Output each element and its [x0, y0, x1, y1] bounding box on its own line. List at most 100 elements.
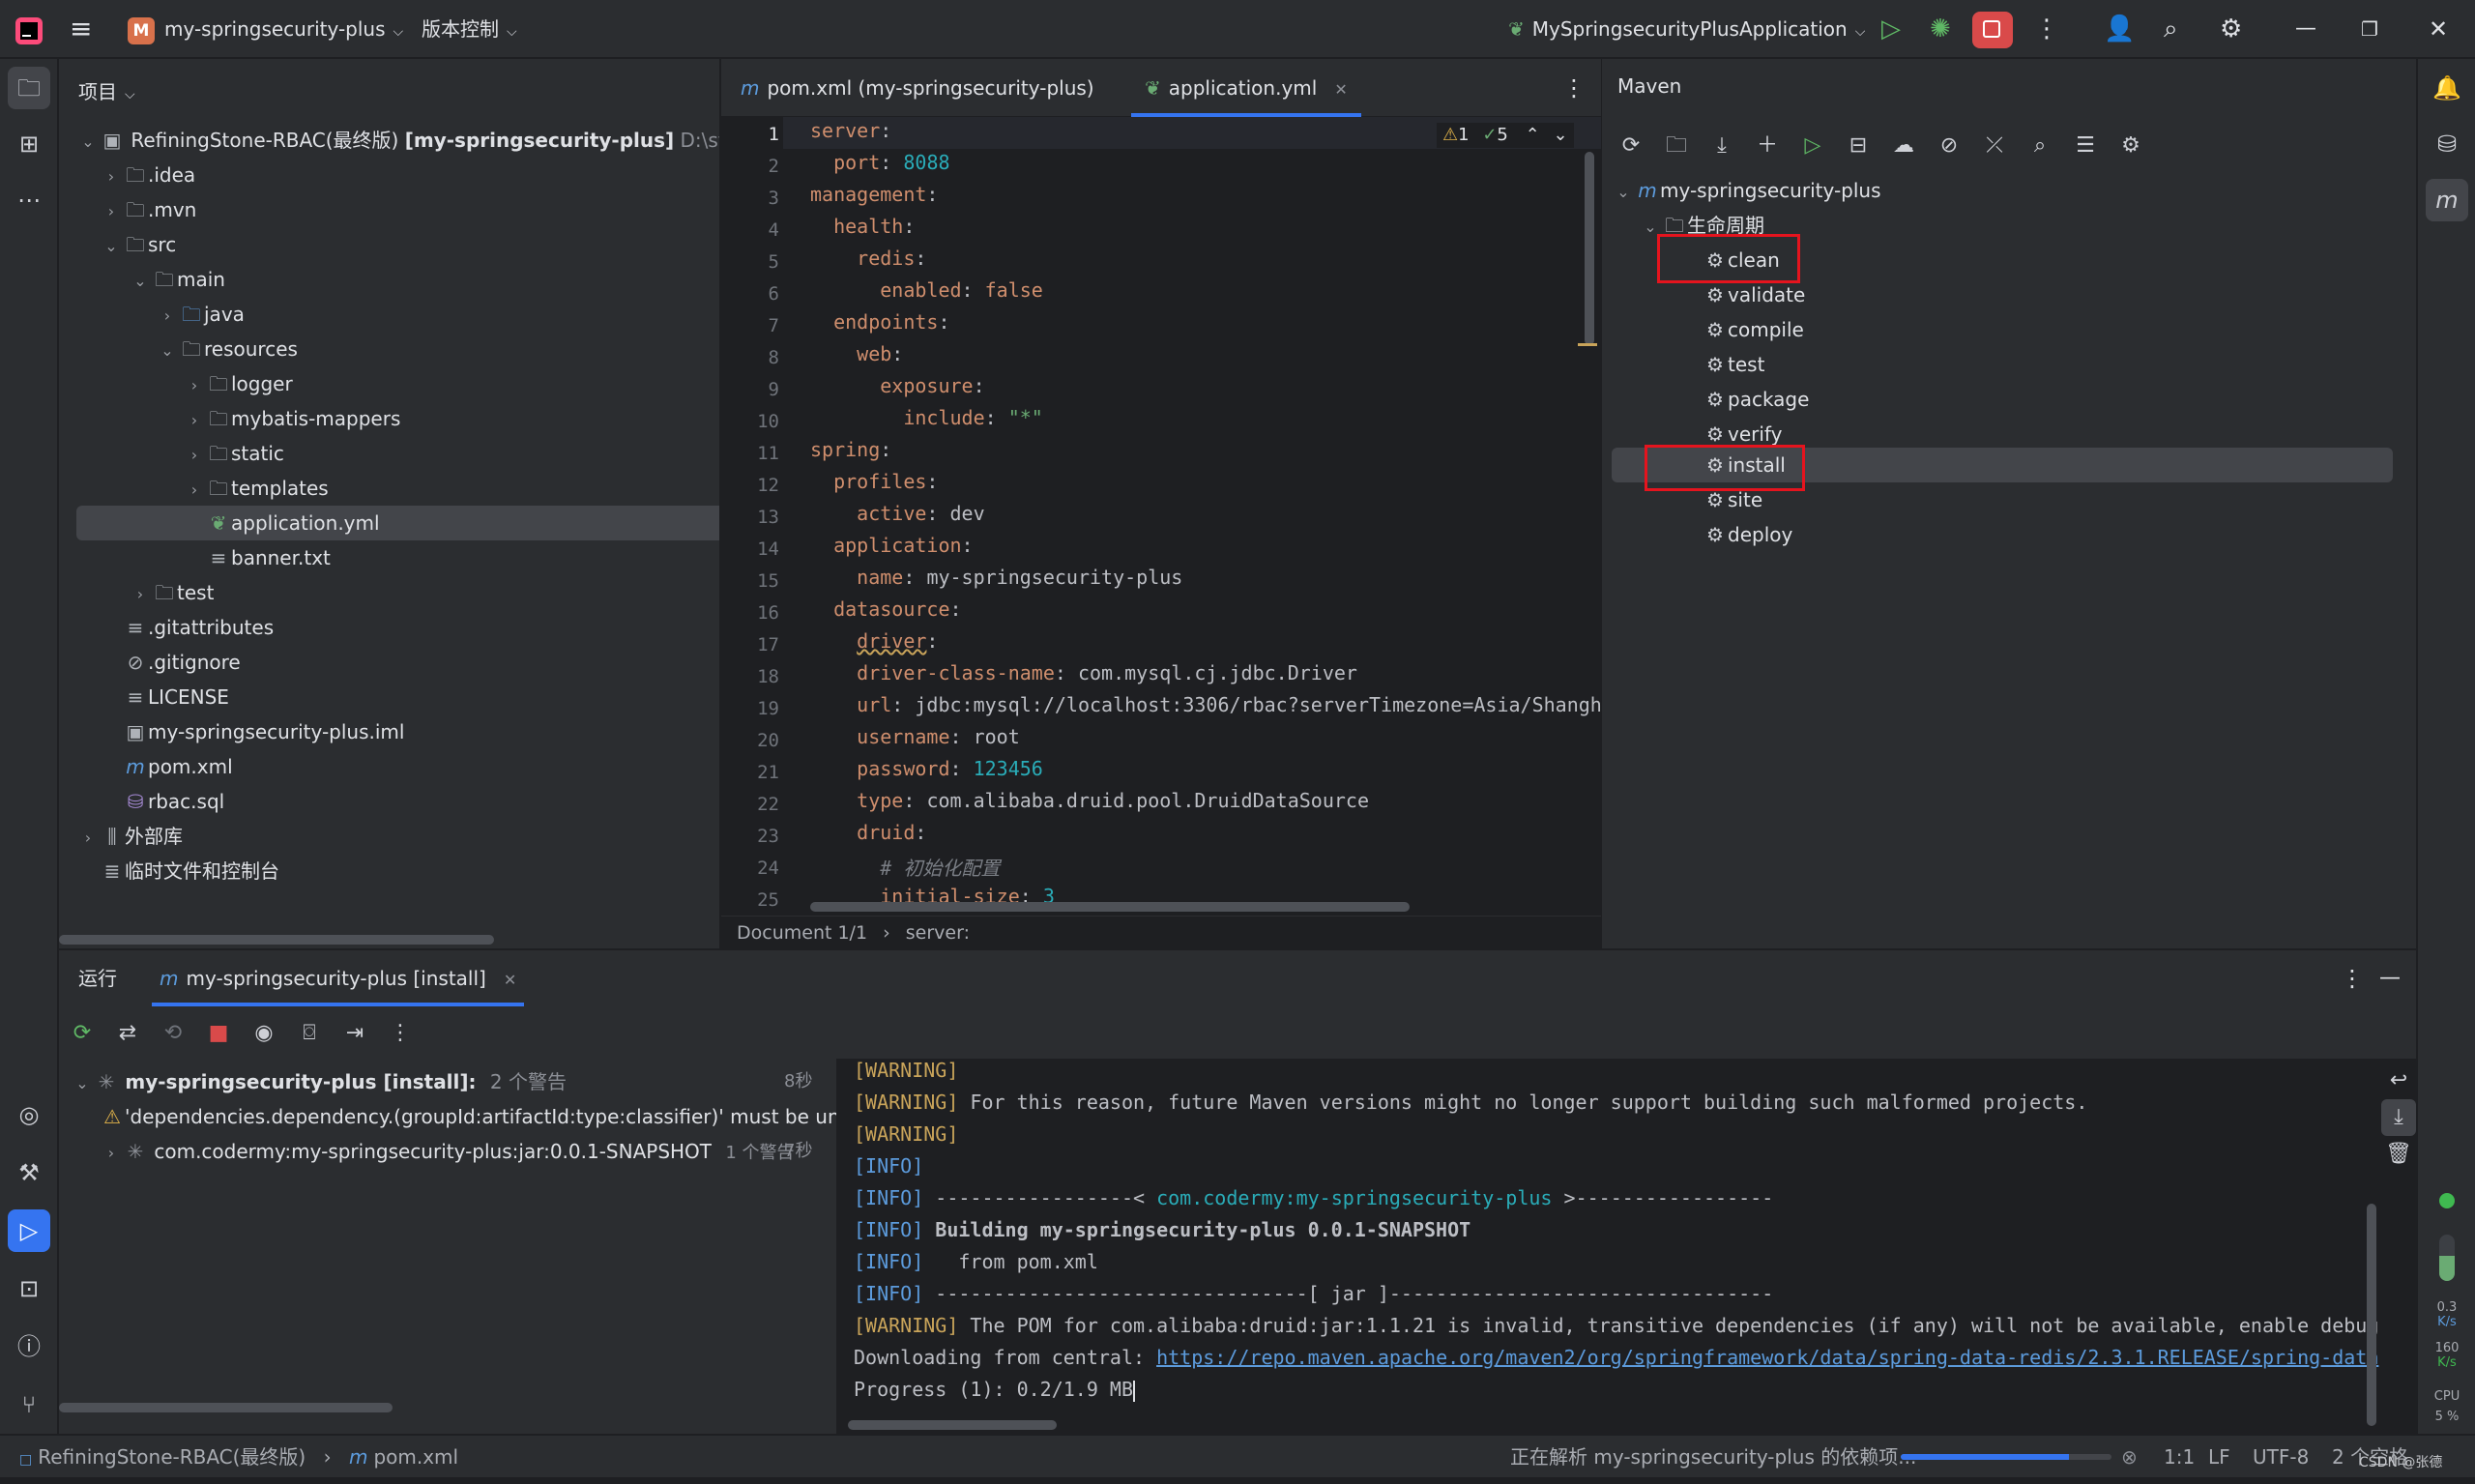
settings-icon[interactable]: ⚙ [2111, 127, 2150, 165]
terminal-tool-icon[interactable]: ⊡ [8, 1267, 50, 1310]
tree-item-license[interactable]: ≡ LICENSE [76, 680, 719, 714]
tree-item-src[interactable]: ⌄ 🗀 src [76, 227, 719, 262]
tree-item-mybatis-mappers[interactable]: › 🗀 mybatis-mappers [76, 401, 719, 436]
scroll-to-end-icon[interactable]: ⤓ [2381, 1099, 2416, 1136]
tab-pom-xml[interactable]: m pom.xml (my-springsecurity-plus) [741, 59, 1094, 117]
stop-button[interactable] [1972, 12, 2013, 48]
problems-tool-icon[interactable]: ⓘ [8, 1325, 50, 1368]
build-child-row[interactable]: › ✳ com.codermy:my-springsecurity-plus:ja… [71, 1134, 854, 1169]
background-task-label[interactable]: 正在解析 my-springsecurity-plus 的依赖项... [1510, 1436, 1916, 1478]
tree-item-application-yml[interactable]: ❦ application.yml [76, 506, 719, 540]
services-tool-icon[interactable]: ◎ [8, 1093, 50, 1136]
tree-item-scratches[interactable]: ≣ 临时文件和控制台 [76, 854, 719, 888]
debug-icon[interactable]: ✺ [1930, 0, 1951, 58]
horizontal-scrollbar[interactable] [59, 935, 494, 945]
search-icon[interactable]: ⌕ [2164, 0, 2178, 58]
more-icon[interactable]: ⋮ [381, 1014, 420, 1053]
reload-folder-icon[interactable]: 🗀 [1657, 127, 1696, 165]
close-window-icon[interactable]: ✕ [2429, 0, 2448, 58]
app-logo-icon[interactable] [14, 0, 44, 58]
vertical-scrollbar[interactable] [2367, 1204, 2376, 1426]
project-tool-icon[interactable]: 🗀 [8, 67, 50, 109]
horizontal-scrollbar[interactable] [810, 902, 1410, 912]
tree-item-resources[interactable]: ⌄ 🗀 resources [76, 332, 719, 366]
project-switcher[interactable]: Mmy-springsecurity-plus ⌵ [128, 0, 403, 58]
structure-tool-icon[interactable]: ⊞ [8, 123, 50, 165]
tree-item-templates[interactable]: › 🗀 templates [76, 471, 719, 506]
add-user-icon[interactable]: 👤 [2104, 0, 2135, 58]
caret-position[interactable]: 1:1 [2164, 1436, 2195, 1478]
clear-console-icon[interactable]: 🗑 [2381, 1136, 2416, 1173]
analyze-icon[interactable]: ⌕ [2021, 127, 2059, 165]
document-indicator[interactable]: Document 1/1 [737, 922, 867, 944]
more-actions-icon[interactable]: ⋮ [2034, 0, 2059, 58]
tree-item-main[interactable]: ⌄ 🗀 main [76, 262, 719, 297]
maven-project-node[interactable]: ⌄ m my-springsecurity-plus [1612, 173, 1880, 208]
collapse-icon[interactable]: ⤫ [1975, 127, 2014, 165]
settings-icon[interactable]: ⚙ [2220, 0, 2242, 58]
run-more-icon[interactable]: ⋮ [2341, 950, 2364, 1006]
tree-item-logger[interactable]: › 🗀 logger [76, 366, 719, 401]
minimize-icon[interactable]: — [2295, 0, 2316, 58]
tree-item-external-libraries[interactable]: › ⫼ 外部库 [76, 819, 703, 854]
run-icon[interactable]: ▷ [1793, 127, 1832, 165]
tree-item-static[interactable]: › 🗀 static [76, 436, 719, 471]
goal-package[interactable]: ⚙ package [1703, 382, 1809, 417]
horizontal-scrollbar[interactable] [848, 1420, 1057, 1430]
main-menu-icon[interactable]: ≡ [70, 0, 92, 58]
reload-icon[interactable]: ⟳ [1612, 127, 1650, 165]
exit-icon[interactable]: ⇥ [335, 1014, 374, 1053]
skip-tests-icon[interactable]: ⊘ [1930, 127, 1968, 165]
tree-item-java[interactable]: › 🗀 java [76, 297, 719, 332]
tree-item-idea[interactable]: › 🗀 .idea [76, 158, 719, 192]
soft-wrap-icon[interactable]: ↩ [2381, 1062, 2416, 1099]
goal-deploy[interactable]: ⚙ deploy [1703, 517, 1792, 552]
tree-item-banner-txt[interactable]: ≡ banner.txt [76, 540, 719, 575]
offline-icon[interactable]: ☁ [1884, 127, 1923, 165]
console-output[interactable]: [WARNING] [WARNING] For this reason, fut… [836, 1059, 2416, 1435]
line-separator[interactable]: LF [2208, 1436, 2230, 1478]
execute-goal-icon[interactable]: ⊟ [1839, 127, 1878, 165]
close-tab-icon[interactable]: ✕ [1334, 61, 1347, 119]
build-root-row[interactable]: ⌄ ✳ my-springsecurity-plus [install]: 2 个… [71, 1064, 825, 1099]
horizontal-scrollbar[interactable] [59, 1403, 393, 1412]
rerun-icon[interactable]: ⟳ [63, 1014, 102, 1053]
download-link[interactable]: https://repo.maven.apache.org/maven2/org… [1156, 1346, 2378, 1369]
project-panel-header[interactable]: 项目 ⌵ [78, 76, 135, 104]
tree-item-test[interactable]: › 🗀 test [76, 575, 719, 610]
breadcrumb-file[interactable]: pom.xml [373, 1445, 458, 1469]
build-tool-icon[interactable]: ⚒ [8, 1151, 50, 1194]
expand-all-icon[interactable]: ☰ [2066, 127, 2105, 165]
run-icon[interactable]: ▷ [1881, 0, 1901, 58]
chevron-down-icon[interactable]: ⌄ [1553, 125, 1567, 145]
screenshot-icon[interactable]: ⌼ [290, 1014, 329, 1053]
code-area[interactable]: 1 2 3 4 5 6 7 8 9 10 11 12 13 14 15 16 17 18 19 20 21 22 23 24 2… [721, 117, 1601, 916]
rerun-failed-icon[interactable]: ⇄ [108, 1014, 147, 1053]
chevron-up-icon[interactable]: ⌃ [1526, 125, 1540, 145]
file-encoding[interactable]: UTF-8 [2253, 1436, 2309, 1478]
tree-item-mvn[interactable]: › 🗀 .mvn [76, 192, 719, 227]
goal-compile[interactable]: ⚙ compile [1703, 312, 1804, 347]
cancel-task-icon[interactable]: ⊗ [2121, 1436, 2138, 1478]
stop-icon[interactable]: ■ [199, 1014, 238, 1053]
tabs-more-icon[interactable]: ⋮ [1562, 59, 1586, 117]
vcs-menu[interactable]: 版本控制 ⌵ [422, 0, 517, 58]
tree-root[interactable]: ⌄ ▣ RefiningStone-RBAC(最终版) [my-springsec… [76, 123, 719, 158]
maven-tool-icon[interactable]: m [2426, 179, 2468, 221]
toggle-auto-test-icon[interactable]: ⟲ [154, 1014, 192, 1053]
tree-item-pom-xml[interactable]: m pom.xml [76, 749, 719, 784]
hide-panel-icon[interactable]: — [2379, 950, 2401, 1006]
run-tool-icon[interactable]: ▷ [8, 1209, 50, 1252]
database-icon[interactable]: ⛁ [2426, 123, 2468, 165]
add-icon[interactable]: ＋ [1748, 127, 1787, 165]
more-tools-icon[interactable]: ⋯ [8, 179, 50, 221]
goal-test[interactable]: ⚙ test [1703, 347, 1764, 382]
build-warning-row[interactable]: ⚠'dependencies.dependency.(groupId:artif… [71, 1099, 854, 1134]
inspection-widget[interactable]: ⚠1 ✓5 ⌃ ⌄ [1437, 123, 1574, 148]
download-icon[interactable]: ⤓ [1703, 127, 1741, 165]
tree-item-gitattributes[interactable]: ≡ .gitattributes [76, 610, 719, 645]
tree-item-rbac-sql[interactable]: ⛁ rbac.sql [76, 784, 719, 819]
git-tool-icon[interactable]: ⑂ [8, 1383, 50, 1426]
close-tab-icon[interactable]: ✕ [504, 971, 516, 989]
run-tab[interactable]: m my-springsecurity-plus [install] ✕ [152, 950, 525, 1006]
